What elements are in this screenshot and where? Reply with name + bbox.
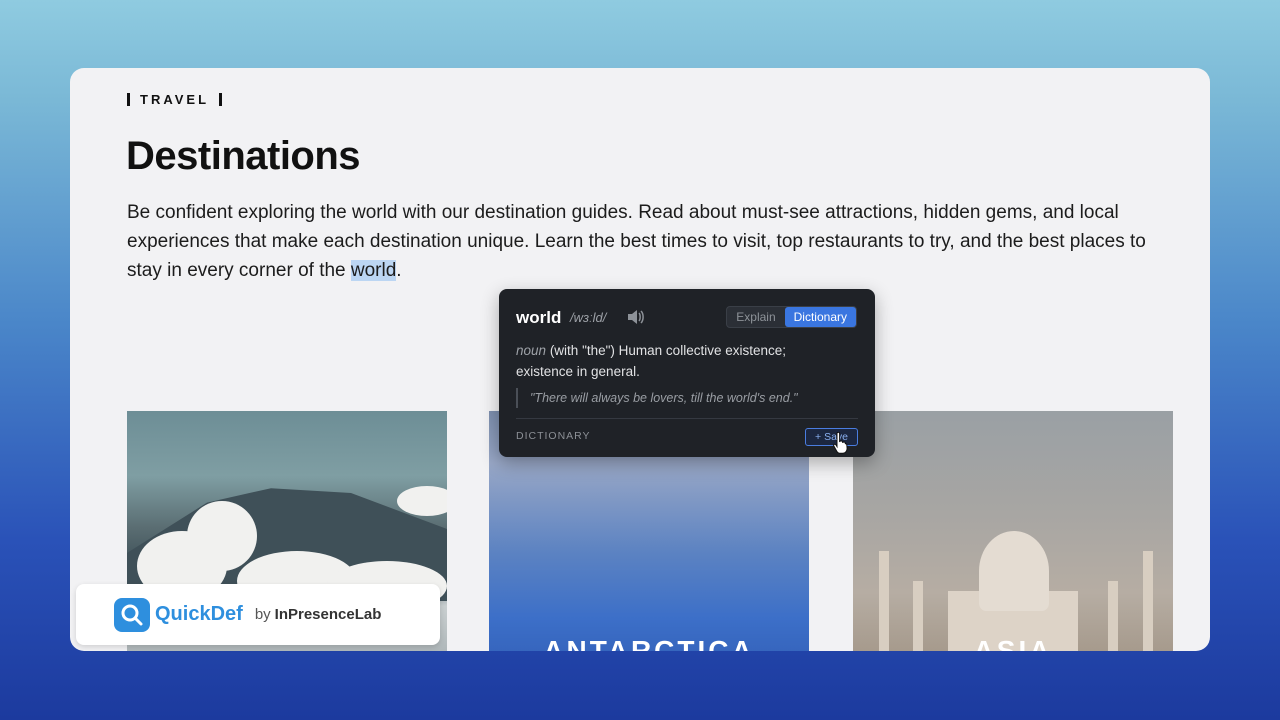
hand-cursor-icon: [833, 432, 848, 454]
taj-dome-shape: [979, 531, 1049, 611]
page-title: Destinations: [126, 134, 361, 178]
card-label: ASIA: [973, 635, 1053, 651]
popup-word: world: [516, 308, 562, 327]
brand-company: InPresenceLab: [274, 606, 382, 623]
highlighted-word[interactable]: world: [350, 260, 397, 281]
brand-by: by: [254, 606, 271, 623]
card-label: ANTARCTICA: [543, 635, 755, 651]
category-label: TRAVEL: [140, 92, 210, 107]
intro-text: Be confident exploring the world with ou…: [127, 202, 1146, 281]
cloud-shape: [397, 486, 447, 516]
definition-text: noun (with "the") Human collective exist…: [516, 340, 846, 382]
destination-card-asia[interactable]: ASIA: [853, 411, 1173, 651]
intro-paragraph: Be confident exploring the world with ou…: [127, 198, 1177, 285]
source-label: DICTIONARY: [516, 430, 591, 442]
example-quote: "There will always be lovers, till the w…: [516, 388, 856, 408]
eyebrow-bar-left: [127, 93, 130, 106]
brand-name: QuickDef: [155, 603, 243, 625]
popup-divider: [516, 418, 858, 419]
magnifier-icon: [114, 597, 150, 632]
part-of-speech: noun: [516, 343, 547, 358]
category-eyebrow: TRAVEL: [127, 92, 223, 107]
eyebrow-bar-right: [219, 93, 223, 106]
definition-body: (with "the") Human collective existence;…: [516, 343, 786, 379]
brand-badge: QuickDef by InPresenceLab: [76, 584, 440, 645]
definition-popup: world /wɜːld/ Explain Dictionary noun (w…: [499, 289, 875, 457]
pronunciation: /wɜːld/: [570, 310, 607, 325]
speaker-icon[interactable]: [625, 307, 645, 327]
tab-explain[interactable]: Explain: [727, 307, 784, 327]
mode-toggle: Explain Dictionary: [726, 306, 857, 328]
tab-dictionary[interactable]: Dictionary: [784, 307, 856, 327]
cloud-shape: [187, 501, 257, 571]
intro-end: .: [396, 260, 402, 281]
